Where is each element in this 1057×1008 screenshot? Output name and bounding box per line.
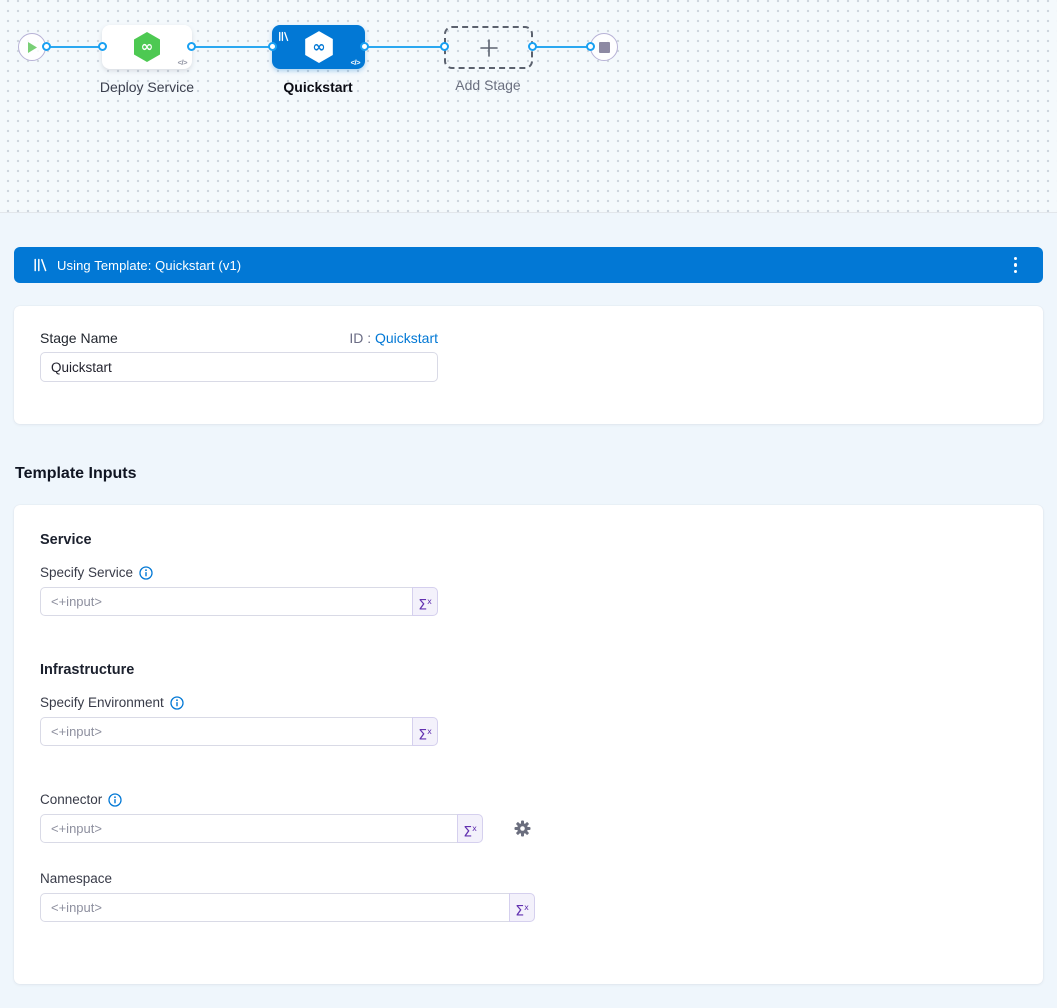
edge-deploy-quickstart xyxy=(193,46,274,48)
node-label-add-stage: Add Stage xyxy=(428,77,548,93)
info-icon[interactable] xyxy=(108,793,122,807)
code-icon: </> xyxy=(178,58,187,67)
runtime-input-button[interactable]: Σx xyxy=(509,893,535,922)
template-library-icon xyxy=(33,258,47,272)
stage-name-label: Stage Name xyxy=(40,330,118,346)
edge-start-deploy xyxy=(47,46,105,48)
edge-dot xyxy=(42,42,51,51)
edge-dot xyxy=(440,42,449,51)
edge-dot xyxy=(268,42,277,51)
specify-environment-field: Σx xyxy=(40,717,438,746)
code-icon: </> xyxy=(351,58,360,67)
connector-label: Connector xyxy=(40,792,102,807)
pipeline-canvas[interactable]: ∞ </> ∞ </> xyxy=(0,0,1057,213)
add-stage-button[interactable] xyxy=(444,26,533,69)
specify-service-label-row: Specify Service xyxy=(40,565,153,580)
banner-text: Using Template: Quickstart (v1) xyxy=(57,258,241,273)
namespace-field: Σx xyxy=(40,893,535,922)
stage-name-input[interactable] xyxy=(40,352,438,382)
stage-id-link[interactable]: Quickstart xyxy=(375,330,438,346)
cd-hexagon-icon: ∞ xyxy=(303,30,335,64)
svg-text:∞: ∞ xyxy=(141,38,154,56)
edge-dot xyxy=(98,42,107,51)
play-icon xyxy=(26,41,38,54)
runtime-input-button[interactable]: Σx xyxy=(412,587,438,616)
pipeline-stage-config-page: ∞ </> ∞ </> xyxy=(0,0,1057,1008)
info-icon[interactable] xyxy=(139,566,153,580)
stop-icon xyxy=(599,42,610,53)
edge-add-end xyxy=(533,46,591,48)
stage-id: ID : Quickstart xyxy=(349,330,438,346)
edge-dot xyxy=(360,42,369,51)
namespace-input[interactable] xyxy=(40,893,510,922)
specify-service-field: Σx xyxy=(40,587,438,616)
edge-dot xyxy=(187,42,196,51)
template-inputs-card: Service Specify Service Σx Infrastructur… xyxy=(14,505,1043,984)
runtime-input-button[interactable]: Σx xyxy=(457,814,483,843)
cd-hexagon-icon: ∞ xyxy=(132,31,162,63)
namespace-label: Namespace xyxy=(40,871,112,886)
template-library-icon xyxy=(278,29,289,47)
specify-service-label: Specify Service xyxy=(40,565,133,580)
stage-name-card: Stage Name ID : Quickstart xyxy=(14,306,1043,424)
edge-dot xyxy=(528,42,537,51)
infrastructure-section-heading: Infrastructure xyxy=(40,662,134,678)
stage-node-deploy-service[interactable]: ∞ </> xyxy=(102,25,192,69)
stage-node-quickstart[interactable]: ∞ </> xyxy=(272,25,365,69)
node-label-quickstart: Quickstart xyxy=(258,79,378,95)
kebab-menu-icon[interactable] xyxy=(1010,253,1022,278)
edge-quickstart-add xyxy=(365,46,446,48)
connector-input[interactable] xyxy=(40,814,458,843)
node-label-deploy-service: Deploy Service xyxy=(87,79,207,95)
connector-label-row: Connector xyxy=(40,792,122,807)
connector-field: Σx xyxy=(40,814,531,843)
stage-id-label: ID : xyxy=(349,330,371,346)
using-template-banner[interactable]: Using Template: Quickstart (v1) xyxy=(14,247,1043,283)
service-section-heading: Service xyxy=(40,532,92,548)
info-icon[interactable] xyxy=(170,696,184,710)
template-inputs-heading: Template Inputs xyxy=(15,465,137,483)
namespace-label-row: Namespace xyxy=(40,871,112,886)
svg-text:∞: ∞ xyxy=(312,37,325,56)
specify-environment-label: Specify Environment xyxy=(40,695,164,710)
gear-icon[interactable] xyxy=(514,820,531,837)
edge-dot xyxy=(586,42,595,51)
specify-environment-input[interactable] xyxy=(40,717,413,746)
plus-icon xyxy=(479,38,499,58)
specify-service-input[interactable] xyxy=(40,587,413,616)
runtime-input-button[interactable]: Σx xyxy=(412,717,438,746)
specify-environment-label-row: Specify Environment xyxy=(40,695,184,710)
